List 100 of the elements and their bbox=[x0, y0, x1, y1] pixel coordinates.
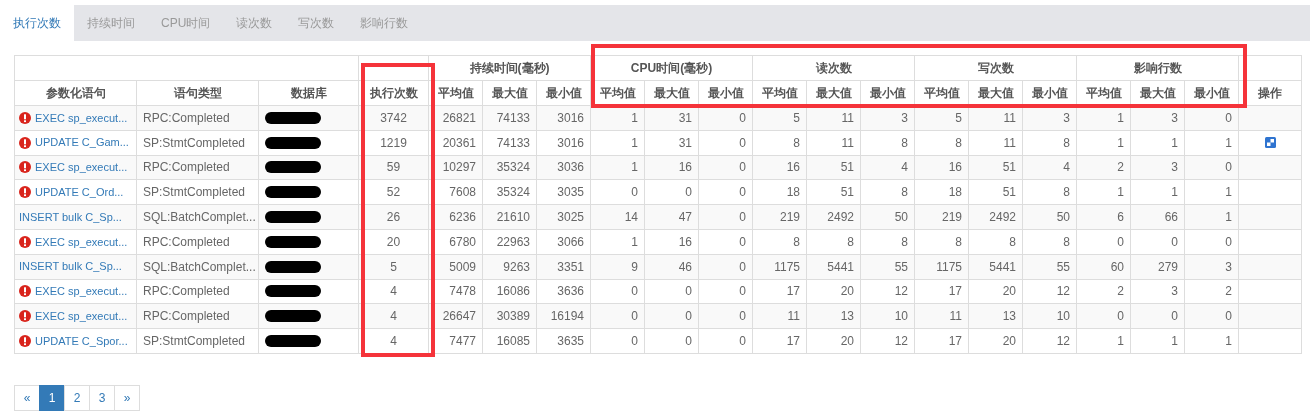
tab[interactable]: 读次数 bbox=[223, 5, 286, 41]
table-cell: SQL:BatchComplet... bbox=[136, 254, 259, 280]
table-cell: 31 bbox=[644, 105, 699, 131]
table-cell: 3 bbox=[1022, 105, 1077, 131]
column-group-header: 持续时间(毫秒) bbox=[428, 55, 591, 81]
table-cell: SP:StmtCompleted bbox=[136, 179, 259, 205]
table-cell: 16 bbox=[752, 155, 807, 180]
table-cell: 0 bbox=[698, 105, 753, 131]
table-cell: 26 bbox=[358, 204, 429, 230]
table-cell: 1 bbox=[590, 155, 645, 180]
table-cell: 5 bbox=[358, 254, 429, 280]
table-cell: 3 bbox=[1130, 155, 1185, 180]
page-link[interactable]: » bbox=[114, 384, 140, 411]
table-cell: 16085 bbox=[482, 328, 537, 354]
column-group-header: 读次数 bbox=[752, 55, 915, 81]
table-cell: 12 bbox=[1022, 279, 1077, 304]
table-cell: 0 bbox=[644, 279, 699, 304]
table-cell: 11 bbox=[914, 303, 969, 329]
tab[interactable]: 写次数 bbox=[285, 5, 348, 41]
page-link[interactable]: « bbox=[14, 384, 40, 411]
warning-icon bbox=[19, 310, 31, 323]
page-link[interactable]: 3 bbox=[89, 384, 115, 411]
warning-icon bbox=[19, 136, 31, 149]
table-cell: 8 bbox=[860, 179, 915, 205]
table-cell: 17 bbox=[914, 279, 969, 304]
table-cell: 12 bbox=[1022, 328, 1077, 354]
table-cell: 5 bbox=[752, 105, 807, 131]
table-cell: 11 bbox=[968, 130, 1023, 156]
table-cell: 3742 bbox=[358, 105, 429, 131]
table-cell: 0 bbox=[698, 303, 753, 329]
column-header: 参数化语句 bbox=[14, 80, 137, 106]
table-cell: 4 bbox=[1022, 155, 1077, 180]
table-cell: 20 bbox=[968, 328, 1023, 354]
table-cell: 0 bbox=[1076, 229, 1131, 255]
table-cell: 26647 bbox=[428, 303, 483, 329]
table-cell: 0 bbox=[590, 279, 645, 304]
column-header: 最小值 bbox=[536, 80, 591, 106]
tab[interactable]: 影响行数 bbox=[347, 5, 422, 41]
table-cell: 51 bbox=[806, 155, 861, 180]
table-cell: 11 bbox=[968, 105, 1023, 131]
table-cell: 47 bbox=[644, 204, 699, 230]
table-cell: 0 bbox=[698, 328, 753, 354]
table-cell: 8 bbox=[860, 130, 915, 156]
table-cell: 3035 bbox=[536, 179, 591, 205]
tab[interactable]: 持续时间 bbox=[74, 5, 148, 41]
table-cell: 8 bbox=[860, 229, 915, 255]
table-cell: 0 bbox=[698, 254, 753, 280]
table-cell: RPC:Completed bbox=[136, 155, 259, 180]
table-cell: 20 bbox=[968, 279, 1023, 304]
table-cell: 2492 bbox=[968, 204, 1023, 230]
table-cell: 11 bbox=[806, 130, 861, 156]
tab[interactable]: CPU时间 bbox=[148, 5, 224, 41]
table-cell: 11 bbox=[806, 105, 861, 131]
table-cell: 0 bbox=[698, 155, 753, 180]
page-link[interactable]: 2 bbox=[64, 384, 90, 411]
table-cell: 0 bbox=[1184, 229, 1239, 255]
table-cell: 52 bbox=[358, 179, 429, 205]
table-cell: 1175 bbox=[914, 254, 969, 280]
table-cell: RPC:Completed bbox=[136, 279, 259, 304]
table-cell: 2 bbox=[1076, 279, 1131, 304]
table-cell: 2492 bbox=[806, 204, 861, 230]
table-cell: 7478 bbox=[428, 279, 483, 304]
table-cell: 3066 bbox=[536, 229, 591, 255]
table-cell: 35324 bbox=[482, 155, 537, 180]
table-cell: 0 bbox=[1184, 155, 1239, 180]
expand-icon[interactable] bbox=[1264, 137, 1276, 149]
tab[interactable]: 执行次数 bbox=[0, 5, 74, 41]
table-cell: 4 bbox=[358, 279, 429, 304]
table-cell: 51 bbox=[968, 155, 1023, 180]
table-cell: 20 bbox=[806, 328, 861, 354]
table-cell: 11 bbox=[752, 303, 807, 329]
warning-icon bbox=[19, 161, 31, 174]
table-cell: RPC:Completed bbox=[136, 105, 259, 131]
table-cell: 3016 bbox=[536, 130, 591, 156]
table-cell: 55 bbox=[860, 254, 915, 280]
table-cell: 20 bbox=[358, 229, 429, 255]
table-cell: 74133 bbox=[482, 130, 537, 156]
table-cell: 17 bbox=[752, 328, 807, 354]
warning-icon bbox=[19, 235, 31, 248]
table-cell: 1 bbox=[1076, 105, 1131, 131]
table-cell: 20 bbox=[806, 279, 861, 304]
table-cell: SQL:BatchComplet... bbox=[136, 204, 259, 230]
table-cell: 18 bbox=[914, 179, 969, 205]
table-cell: 5441 bbox=[806, 254, 861, 280]
table-cell: 21610 bbox=[482, 204, 537, 230]
column-header: 最大值 bbox=[482, 80, 537, 106]
table-cell: 8 bbox=[806, 229, 861, 255]
table-cell: 3636 bbox=[536, 279, 591, 304]
table-cell: 18 bbox=[752, 179, 807, 205]
table-cell: 0 bbox=[1184, 303, 1239, 329]
table-cell: 31 bbox=[644, 130, 699, 156]
table-cell: 279 bbox=[1130, 254, 1185, 280]
table-cell: 0 bbox=[1184, 105, 1239, 131]
table-cell: 1 bbox=[1184, 328, 1239, 354]
table-cell: 1 bbox=[1184, 130, 1239, 156]
table-cell: 3025 bbox=[536, 204, 591, 230]
table-cell: 13 bbox=[806, 303, 861, 329]
table-cell: 6 bbox=[1076, 204, 1131, 230]
table-cell: 3 bbox=[1184, 254, 1239, 280]
page-link[interactable]: 1 bbox=[39, 384, 65, 411]
